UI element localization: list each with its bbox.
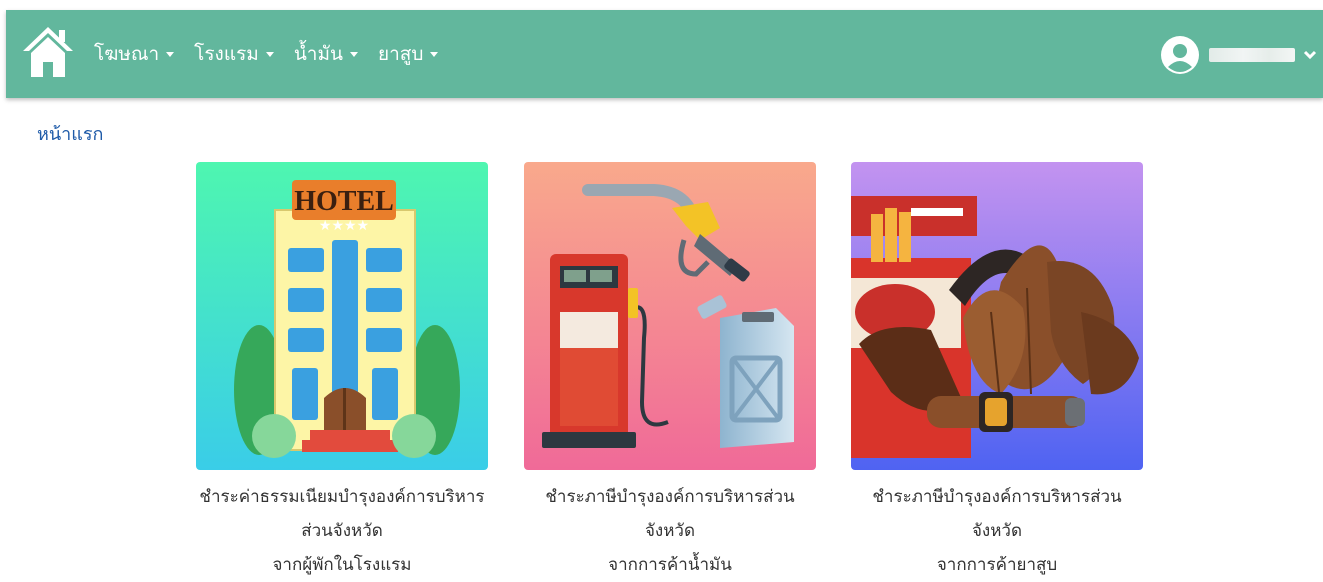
card-oil-caption: ชำระภาษีบำรุงองค์การบริหารส่วน จังหวัด จ…: [520, 480, 820, 582]
caret-down-icon: [349, 51, 358, 57]
user-avatar-icon: [1161, 36, 1199, 74]
hotel-stars: ★★★★: [319, 218, 369, 234]
home-icon[interactable]: [22, 24, 74, 80]
hotel-illustration: HOTEL ★★★★: [196, 162, 488, 470]
menu-hotel[interactable]: โรงแรม: [194, 39, 274, 69]
fuel-illustration: [524, 162, 816, 470]
caption-line: จังหวัด: [644, 521, 696, 541]
menu-advertising[interactable]: โฆษณา: [94, 39, 175, 69]
hotel-sign: HOTEL: [294, 186, 394, 217]
caption-line: ส่วนจังหวัด: [301, 521, 383, 541]
caption-line: ชำระภาษีบำรุงองค์การบริหารส่วน: [872, 487, 1122, 507]
caption-line: ชำระภาษีบำรุงองค์การบริหารส่วน: [545, 487, 795, 507]
caption-line: จากการค้าน้ำมัน: [608, 555, 732, 575]
caret-down-icon: [430, 51, 439, 57]
menu-oil-label: น้ำมัน: [293, 43, 343, 65]
card-hotel-fee[interactable]: HOTEL ★★★★ ชำระค่าธรรมเนียมบำรุงองค์การบ…: [196, 162, 488, 582]
breadcrumb-home[interactable]: หน้าแรก: [37, 119, 103, 148]
tobacco-illustration: [851, 162, 1143, 470]
caret-down-icon: [265, 51, 274, 57]
caption-line: จากการค้ายาสูบ: [936, 555, 1058, 575]
caption-line: จากผู้พักในโรงแรม: [272, 555, 412, 575]
main-menu: โฆษณา โรงแรม น้ำมัน ยาสูบ: [94, 10, 458, 98]
menu-tobacco[interactable]: ยาสูบ: [377, 39, 439, 69]
top-navbar: โฆษณา โรงแรม น้ำมัน ยาสูบ: [6, 10, 1323, 98]
user-menu[interactable]: [1161, 34, 1317, 76]
card-tobacco-tax[interactable]: ชำระภาษีบำรุงองค์การบริหารส่วน จังหวัด จ…: [851, 162, 1143, 582]
caption-line: ชำระค่าธรรมเนียมบำรุงองค์การบริหาร: [199, 487, 485, 507]
menu-oil[interactable]: น้ำมัน: [294, 39, 358, 69]
caption-line: จังหวัด: [971, 521, 1023, 541]
chevron-down-icon: [1303, 50, 1317, 60]
card-tobacco-caption: ชำระภาษีบำรุงองค์การบริหารส่วน จังหวัด จ…: [847, 480, 1147, 582]
menu-hotel-label: โรงแรม: [194, 43, 259, 65]
menu-tobacco-label: ยาสูบ: [377, 43, 424, 65]
card-hotel-caption: ชำระค่าธรรมเนียมบำรุงองค์การบริหาร ส่วนจ…: [182, 480, 502, 582]
user-name-redacted: [1209, 48, 1295, 62]
card-oil-tax[interactable]: ชำระภาษีบำรุงองค์การบริหารส่วน จังหวัด จ…: [524, 162, 816, 582]
caret-down-icon: [166, 51, 175, 57]
menu-advertising-label: โฆษณา: [94, 43, 160, 65]
